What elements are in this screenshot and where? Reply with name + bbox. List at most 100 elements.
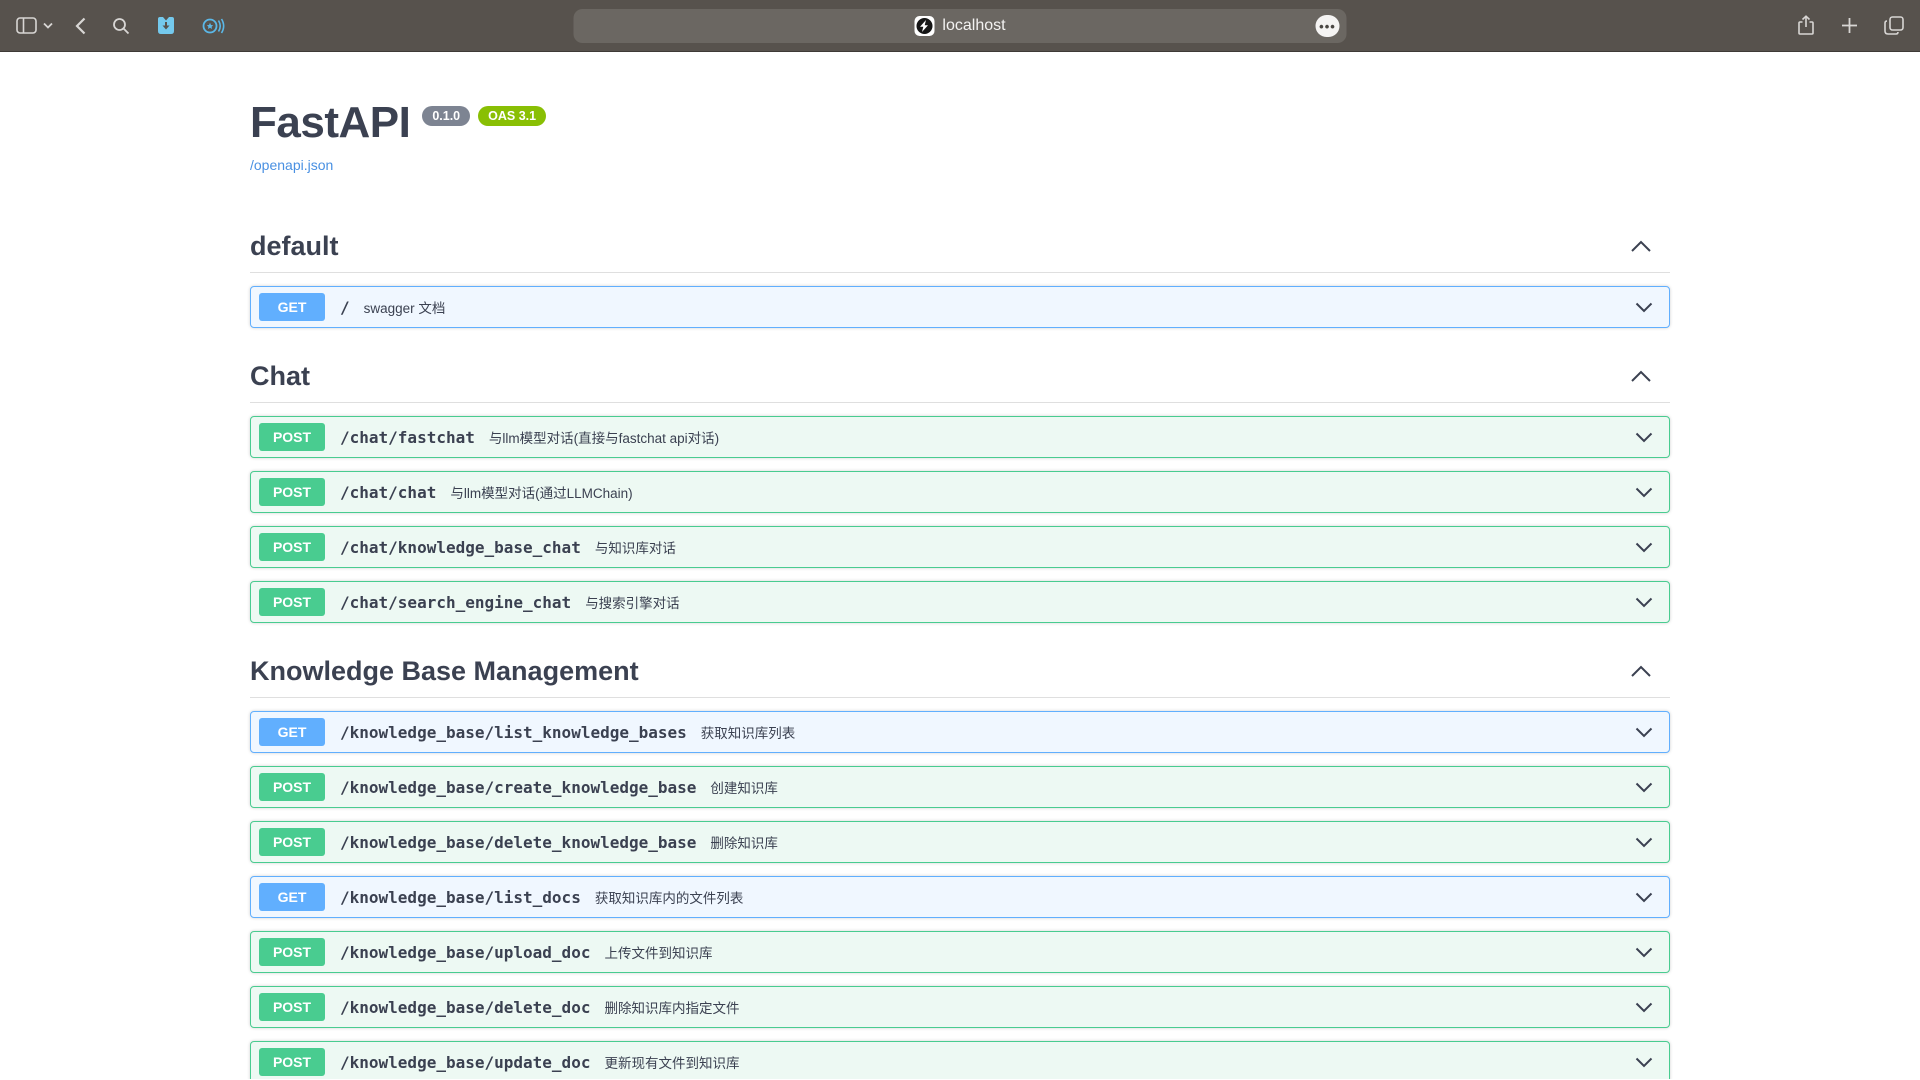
endpoint-row[interactable]: POST /chat/search_engine_chat 与搜索引擎对话 [250,581,1670,623]
chevron-down-icon[interactable] [1635,727,1653,738]
method-badge: POST [259,828,325,856]
oas-badge: OAS 3.1 [478,106,546,127]
share-button[interactable] [1797,15,1815,36]
chevron-down-icon[interactable] [1635,487,1653,498]
method-badge: GET [259,883,325,911]
openapi-spec-link[interactable]: /openapi.json [250,157,333,173]
section-header-default[interactable]: default [250,211,1670,273]
endpoint-path: /chat/search_engine_chat [340,593,571,612]
section-header-chat[interactable]: Chat [250,341,1670,403]
chevron-down-icon[interactable] [1635,1057,1653,1068]
url-text: localhost [942,17,1005,35]
endpoint-row[interactable]: POST /chat/chat 与llm模型对话(通过LLMChain) [250,471,1670,513]
search-icon [112,17,130,35]
section-rows-knowledge-base: GET /knowledge_base/list_knowledge_bases… [250,698,1670,1079]
endpoint-row[interactable]: POST /knowledge_base/create_knowledge_ba… [250,766,1670,808]
endpoint-path: /knowledge_base/delete_knowledge_base [340,833,696,852]
search-button[interactable] [112,17,130,35]
endpoint-path: /chat/fastchat [340,428,475,447]
method-badge: POST [259,773,325,801]
chevron-down-icon[interactable] [1635,782,1653,793]
browser-toolbar: localhost ••• [0,0,1920,52]
endpoint-description: 与llm模型对话(直接与fastchat api对话) [489,427,719,447]
endpoint-row[interactable]: POST /chat/fastchat 与llm模型对话(直接与fastchat… [250,416,1670,458]
sidebar-toggle-button[interactable] [16,17,37,34]
sidebar-dropdown-button[interactable] [43,22,53,29]
section-title: default [250,231,339,262]
back-arrow-icon [75,17,86,35]
chevron-up-icon[interactable] [1630,240,1652,253]
back-button[interactable] [75,17,86,35]
endpoint-description: 更新现有文件到知识库 [604,1052,739,1072]
chevron-down-icon[interactable] [1635,1002,1653,1013]
extension-broadcast-button[interactable] [202,16,226,36]
endpoint-path: /chat/knowledge_base_chat [340,538,581,557]
endpoint-row[interactable]: POST /knowledge_base/delete_doc 删除知识库内指定… [250,986,1670,1028]
method-badge: POST [259,588,325,616]
endpoint-row[interactable]: GET /knowledge_base/list_docs 获取知识库内的文件列… [250,876,1670,918]
page-title: FastAPI [250,98,410,148]
endpoint-row[interactable]: GET /knowledge_base/list_knowledge_bases… [250,711,1670,753]
tab-overview-button[interactable] [1884,16,1904,35]
method-badge: POST [259,478,325,506]
endpoint-description: 获取知识库内的文件列表 [595,887,744,907]
chevron-down-icon[interactable] [1635,542,1653,553]
method-badge: GET [259,293,325,321]
extension-bookmark-button[interactable] [156,16,176,36]
endpoint-path: /knowledge_base/list_knowledge_bases [340,723,687,742]
section-rows-chat: POST /chat/fastchat 与llm模型对话(直接与fastchat… [250,403,1670,623]
lightning-bolt-icon [920,20,929,32]
endpoint-description: 删除知识库内指定文件 [604,997,739,1017]
endpoint-path: /knowledge_base/upload_doc [340,943,590,962]
method-badge: POST [259,993,325,1021]
bookmark-extension-icon [156,16,176,36]
broadcast-extension-icon [202,16,226,36]
sidebar-icon [16,17,37,34]
method-badge: POST [259,533,325,561]
endpoint-description: 删除知识库 [710,832,778,852]
api-info: FastAPI 0.1.0 OAS 3.1 /openapi.json [250,52,1670,175]
endpoint-path: / [340,298,350,317]
method-badge: GET [259,718,325,746]
endpoint-description: 创建知识库 [710,777,778,797]
share-icon [1797,15,1815,36]
section-header-knowledge-base[interactable]: Knowledge Base Management [250,636,1670,698]
chevron-down-icon[interactable] [1635,432,1653,443]
plus-icon [1841,17,1858,34]
endpoint-path: /knowledge_base/create_knowledge_base [340,778,696,797]
page-settings-button[interactable]: ••• [1316,15,1340,37]
endpoint-row[interactable]: POST /knowledge_base/update_doc 更新现有文件到知… [250,1041,1670,1079]
version-badge: 0.1.0 [422,106,470,127]
site-favicon [914,16,934,36]
method-badge: POST [259,423,325,451]
endpoint-path: /knowledge_base/update_doc [340,1053,590,1072]
chevron-down-icon[interactable] [1635,892,1653,903]
address-bar[interactable]: localhost ••• [574,9,1347,43]
endpoint-description: 获取知识库列表 [701,722,796,742]
endpoint-description: 与llm模型对话(通过LLMChain) [450,482,632,502]
chevron-up-icon[interactable] [1630,370,1652,383]
swagger-page: FastAPI 0.1.0 OAS 3.1 /openapi.json defa… [0,52,1920,1079]
chevron-down-icon[interactable] [1635,302,1653,313]
endpoint-description: swagger 文档 [364,297,446,317]
section-title: Chat [250,361,310,392]
endpoint-description: 上传文件到知识库 [604,942,712,962]
endpoint-row[interactable]: GET / swagger 文档 [250,286,1670,328]
chevron-down-icon [43,22,53,29]
new-tab-button[interactable] [1841,17,1858,34]
method-badge: POST [259,1048,325,1076]
chevron-down-icon[interactable] [1635,837,1653,848]
endpoint-row[interactable]: POST /knowledge_base/delete_knowledge_ba… [250,821,1670,863]
endpoint-path: /knowledge_base/delete_doc [340,998,590,1017]
chevron-up-icon[interactable] [1630,665,1652,678]
endpoint-row[interactable]: POST /chat/knowledge_base_chat 与知识库对话 [250,526,1670,568]
endpoint-row[interactable]: POST /knowledge_base/upload_doc 上传文件到知识库 [250,931,1670,973]
method-badge: POST [259,938,325,966]
chevron-down-icon[interactable] [1635,947,1653,958]
section-title: Knowledge Base Management [250,656,639,687]
tabs-icon [1884,16,1904,35]
endpoint-description: 与知识库对话 [595,537,676,557]
endpoint-path: /chat/chat [340,483,436,502]
endpoint-path: /knowledge_base/list_docs [340,888,581,907]
chevron-down-icon[interactable] [1635,597,1653,608]
